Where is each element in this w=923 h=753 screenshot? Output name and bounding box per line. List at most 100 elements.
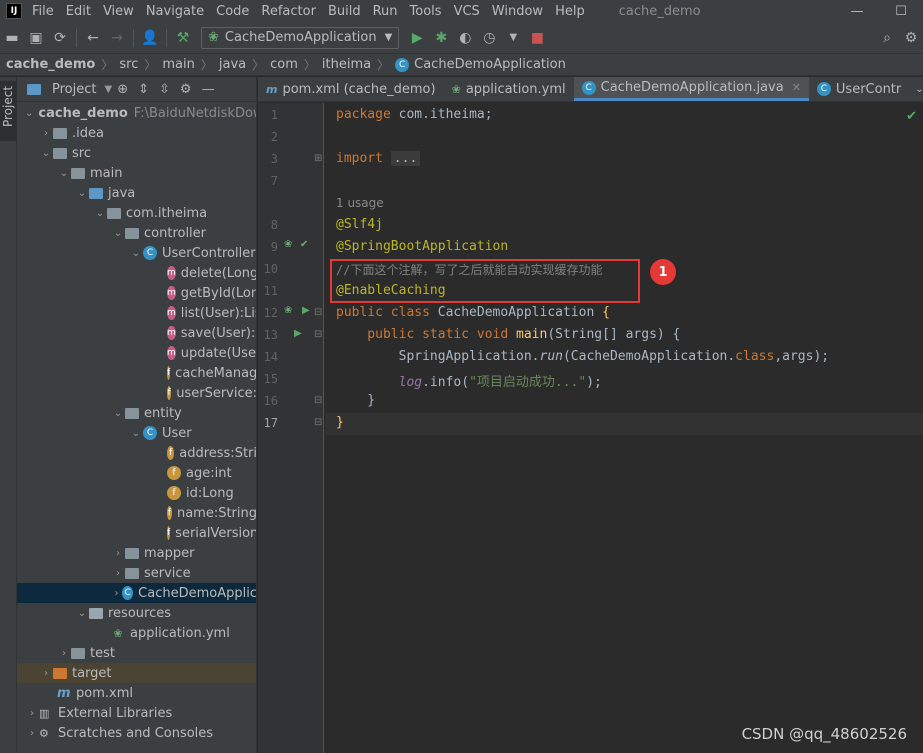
tree-item-entity[interactable]: ⌄ entity bbox=[17, 403, 256, 423]
run-icon[interactable]: ▶ bbox=[405, 26, 429, 50]
tree-item-package[interactable]: ⌄ com.itheima bbox=[17, 203, 256, 223]
open-folder-icon[interactable]: ▬ bbox=[0, 26, 24, 50]
locate-icon[interactable]: ⊕ bbox=[117, 82, 128, 97]
menu-file[interactable]: File bbox=[32, 4, 54, 19]
inspection-ok-icon[interactable]: ✔ bbox=[906, 109, 917, 124]
more-run-chevron-icon[interactable]: ▼ bbox=[501, 26, 525, 50]
tabs-chevron-down-icon[interactable]: ⌄ bbox=[909, 77, 923, 101]
tab-pom[interactable]: m pom.xml (cache_demo) bbox=[258, 77, 444, 101]
menu-tools[interactable]: Tools bbox=[410, 4, 442, 19]
tree-item-external-libraries[interactable]: › ▥ External Libraries bbox=[17, 703, 256, 723]
tree-item-field[interactable]: f name:String bbox=[17, 503, 256, 523]
tree-item-pom[interactable]: m pom.xml bbox=[17, 683, 256, 703]
menu-help[interactable]: Help bbox=[555, 4, 585, 19]
menu-window[interactable]: Window bbox=[492, 4, 543, 19]
tree-item-field[interactable]: f serialVersion bbox=[17, 523, 256, 543]
spring-bean-icon[interactable]: ❀ bbox=[284, 305, 292, 316]
project-panel-title[interactable]: Project bbox=[52, 82, 96, 97]
collapse-all-icon[interactable]: ⇳ bbox=[159, 82, 170, 97]
tree-item-scratches[interactable]: › ⚙ Scratches and Consoles bbox=[17, 723, 256, 743]
spring-check-icon[interactable]: ✔ bbox=[300, 239, 308, 250]
tree-item-main[interactable]: ⌄ main bbox=[17, 163, 256, 183]
tree-item-field[interactable]: f userService: bbox=[17, 383, 256, 403]
maximize-icon[interactable]: ☐ bbox=[879, 0, 923, 22]
tree-item-controller[interactable]: ⌄ controller bbox=[17, 223, 256, 243]
fold-icon[interactable]: ⊟ bbox=[314, 329, 322, 340]
tree-item-field[interactable]: f cacheManag bbox=[17, 363, 256, 383]
coverage-icon[interactable]: ◐ bbox=[453, 26, 477, 50]
minimize-icon[interactable]: — bbox=[835, 0, 879, 22]
tree-item-src[interactable]: ⌄ src bbox=[17, 143, 256, 163]
tree-item-method[interactable]: m update(User bbox=[17, 343, 256, 363]
build-hammer-icon[interactable]: ⚒ bbox=[171, 26, 195, 50]
menu-edit[interactable]: Edit bbox=[66, 4, 91, 19]
fold-icon[interactable]: ⊟ bbox=[314, 417, 322, 428]
fold-icon[interactable]: ⊟ bbox=[314, 307, 322, 318]
tree-item-method[interactable]: m delete(Long bbox=[17, 263, 256, 283]
tree-item-usercontroller[interactable]: ⌄ C UserController bbox=[17, 243, 256, 263]
tree-item-test[interactable]: › test bbox=[17, 643, 256, 663]
settings-gear-icon[interactable]: ⚙ bbox=[899, 26, 923, 50]
sync-icon[interactable]: ⟳ bbox=[48, 26, 72, 50]
tree-item-user[interactable]: ⌄ C User bbox=[17, 423, 256, 443]
user-icon[interactable]: 👤 bbox=[138, 26, 162, 50]
gear-icon[interactable]: ⚙ bbox=[180, 82, 192, 97]
stop-icon[interactable]: ■ bbox=[525, 26, 549, 50]
close-icon[interactable]: ✕ bbox=[792, 81, 801, 94]
tab-usercontroller[interactable]: C UserContr bbox=[809, 77, 909, 101]
forward-arrow-icon[interactable]: → bbox=[105, 26, 129, 50]
run-gutter-icon[interactable]: ▶ bbox=[294, 328, 302, 339]
breadcrumb-itheima[interactable]: itheima bbox=[322, 57, 371, 72]
tree-item-cachedemoapplication[interactable]: › C CacheDemoApplic bbox=[17, 583, 256, 603]
tree-item-resources[interactable]: ⌄ resources bbox=[17, 603, 256, 623]
run-gutter-icon[interactable]: ▶ bbox=[302, 305, 310, 316]
breadcrumb-main[interactable]: main bbox=[162, 57, 194, 72]
tree-item-method[interactable]: m list(User):Lis bbox=[17, 303, 256, 323]
back-arrow-icon[interactable]: ← bbox=[81, 26, 105, 50]
expand-all-icon[interactable]: ⇕ bbox=[138, 82, 149, 97]
hide-icon[interactable]: — bbox=[202, 82, 215, 97]
tree-item-method[interactable]: m save(User):U bbox=[17, 323, 256, 343]
menu-run[interactable]: Run bbox=[373, 4, 398, 19]
run-config-select[interactable]: ❀ CacheDemoApplication ▼ bbox=[201, 26, 400, 49]
expand-arrow-icon: ⌄ bbox=[131, 247, 141, 259]
folded-imports[interactable]: ... bbox=[390, 151, 421, 166]
fold-icon[interactable]: ⊞ bbox=[314, 153, 322, 164]
menu-view[interactable]: View bbox=[103, 4, 134, 19]
breadcrumb-com[interactable]: com bbox=[270, 57, 298, 72]
tree-item-mapper[interactable]: › mapper bbox=[17, 543, 256, 563]
breadcrumb-project[interactable]: cache_demo bbox=[6, 57, 95, 72]
tree-item-service[interactable]: › service bbox=[17, 563, 256, 583]
tree-item-field[interactable]: f id:Long bbox=[17, 483, 256, 503]
tab-cachedemoapplication[interactable]: C CacheDemoApplication.java ✕ bbox=[573, 77, 809, 101]
breadcrumb-java[interactable]: java bbox=[219, 57, 246, 72]
field-icon: f bbox=[167, 486, 181, 500]
project-tool-tab[interactable]: Project bbox=[0, 81, 17, 141]
tree-item-field[interactable]: f age:int bbox=[17, 463, 256, 483]
tree-item-method[interactable]: m getById(Lon bbox=[17, 283, 256, 303]
menu-refactor[interactable]: Refactor bbox=[261, 4, 316, 19]
editor-tabs: m pom.xml (cache_demo) ❀ application.yml… bbox=[258, 77, 923, 102]
search-icon[interactable]: ⌕ bbox=[875, 26, 899, 50]
usage-hint[interactable]: 1 usage bbox=[336, 196, 384, 210]
tree-item-java[interactable]: ⌄ java bbox=[17, 183, 256, 203]
tree-item-target[interactable]: › target bbox=[17, 663, 256, 683]
tree-item-idea[interactable]: › .idea bbox=[17, 123, 256, 143]
menu-vcs[interactable]: VCS bbox=[454, 4, 480, 19]
menu-navigate[interactable]: Navigate bbox=[146, 4, 204, 19]
save-icon[interactable]: ▣ bbox=[24, 26, 48, 50]
breadcrumb-class[interactable]: CacheDemoApplication bbox=[414, 57, 566, 72]
tree-item-field[interactable]: f address:Stri bbox=[17, 443, 256, 463]
spring-bean-icon[interactable]: ❀ bbox=[284, 239, 292, 250]
tree-item-application-yml[interactable]: ❀ application.yml bbox=[17, 623, 256, 643]
menu-build[interactable]: Build bbox=[328, 4, 361, 19]
tree-item-cache-demo[interactable]: ⌄ cache_demo F:\BaiduNetdiskDow bbox=[17, 103, 256, 123]
code-editor[interactable]: 1 2 3 7 8 9 10 11 12 13 14 15 16 17 ❀ ✔ … bbox=[258, 103, 923, 753]
chevron-down-icon[interactable]: ▼ bbox=[104, 84, 112, 95]
breadcrumb-src[interactable]: src bbox=[119, 57, 138, 72]
tab-application-yml[interactable]: ❀ application.yml bbox=[444, 77, 574, 101]
debug-icon[interactable]: ✱ bbox=[429, 26, 453, 50]
menu-code[interactable]: Code bbox=[216, 4, 249, 19]
profile-icon[interactable]: ◷ bbox=[477, 26, 501, 50]
fold-icon[interactable]: ⊟ bbox=[314, 395, 322, 406]
